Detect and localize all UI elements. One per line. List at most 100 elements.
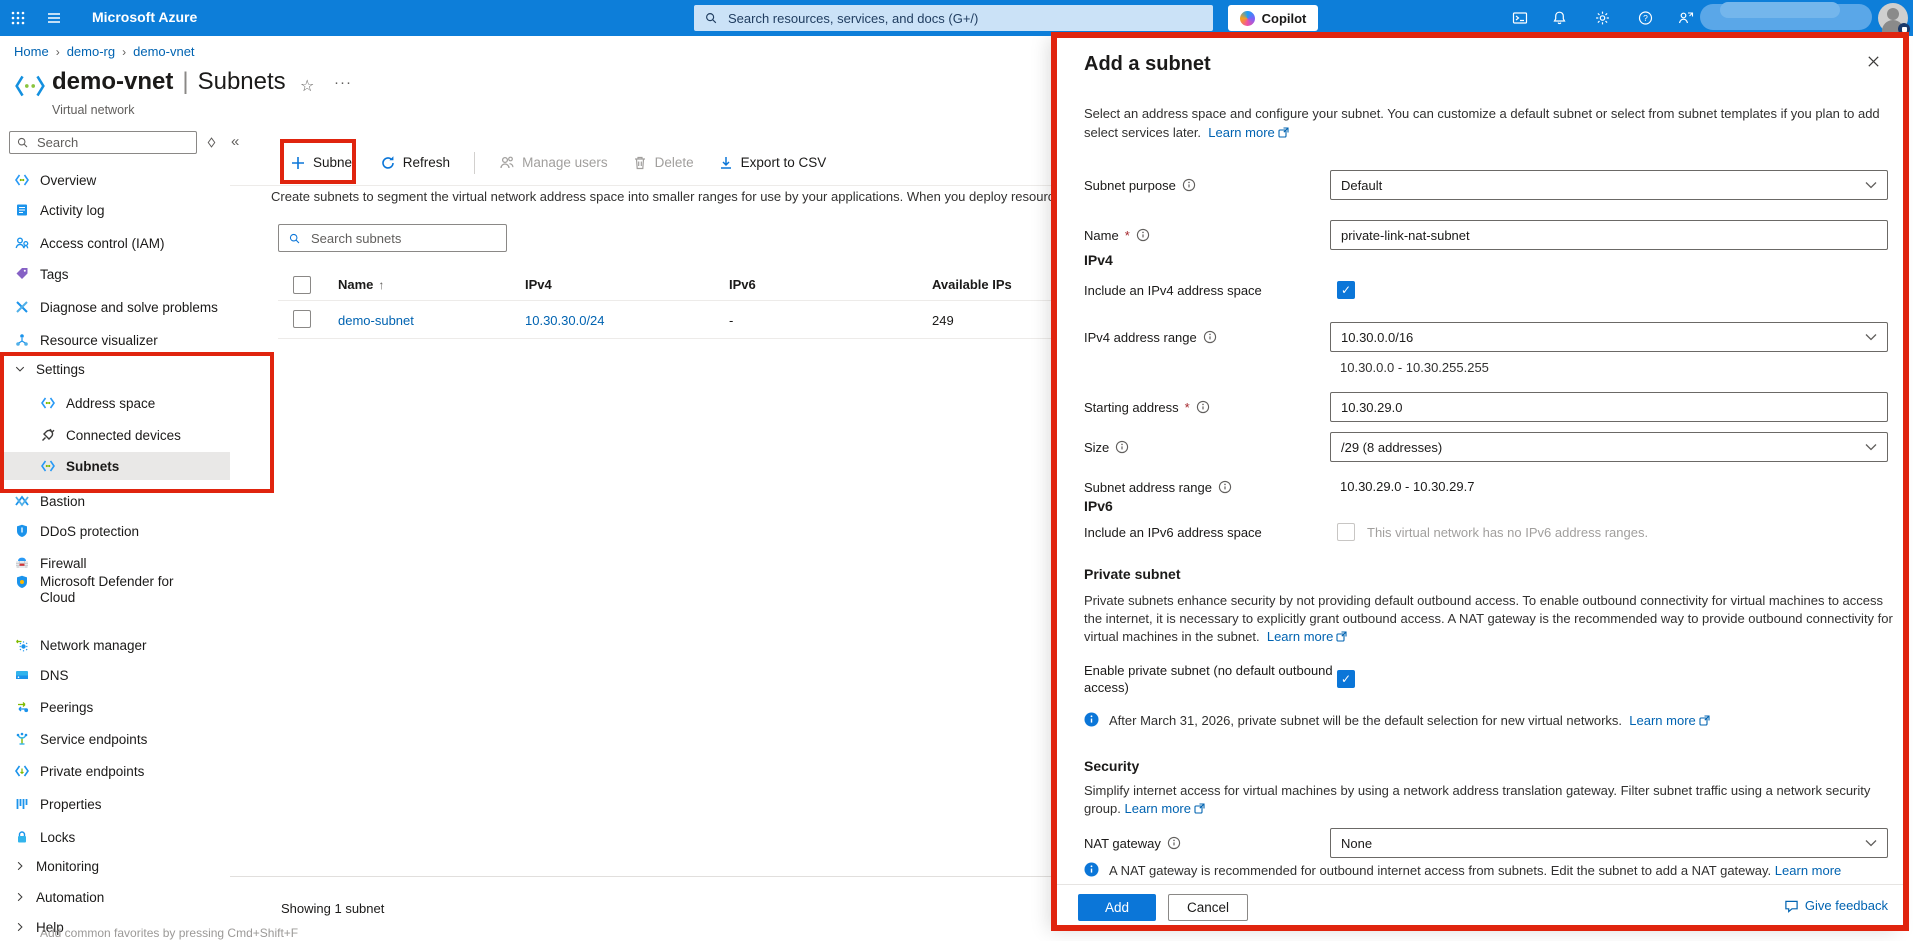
sidebar-item-locks[interactable]: Locks: [0, 823, 230, 851]
sidebar-item-service-endpoints[interactable]: Service endpoints: [0, 725, 230, 753]
name-input[interactable]: private-link-nat-subnet: [1330, 220, 1888, 250]
sidebar-item-address-space[interactable]: Address space: [0, 389, 230, 417]
sidebar-item-properties[interactable]: Properties: [0, 790, 230, 818]
private-subnet-note: After March 31, 2026, private subnet wil…: [1084, 712, 1710, 729]
chevron-right-icon: [14, 860, 26, 872]
info-icon[interactable]: [1136, 228, 1150, 242]
sidebar-item-overview[interactable]: Overview: [0, 166, 230, 194]
close-icon[interactable]: [1866, 54, 1881, 69]
more-options-icon[interactable]: ···: [334, 74, 352, 91]
table-divider: [278, 300, 1052, 301]
column-header-available-ips[interactable]: Available IPs: [932, 270, 1012, 300]
sidebar-item-label: Automation: [36, 890, 104, 905]
ipv4-range-helper: 10.30.0.0 - 10.30.255.255: [1340, 360, 1489, 375]
sidebar-item-label: Activity log: [40, 203, 105, 218]
address-space-icon: [40, 395, 56, 411]
subnet-button[interactable]: Subnet: [290, 155, 356, 171]
enable-private-checkbox[interactable]: [1337, 670, 1355, 688]
sidebar-item-monitoring[interactable]: Monitoring: [0, 852, 230, 880]
waffle-icon[interactable]: [10, 10, 26, 26]
sidebar-item-resource-visualizer[interactable]: Resource visualizer: [0, 326, 230, 354]
hamburger-menu-icon[interactable]: [46, 10, 62, 26]
export-to-csv-button[interactable]: Export to CSV: [718, 155, 827, 171]
sidebar-item-dns[interactable]: DNS: [0, 661, 230, 689]
learn-more-link[interactable]: Learn more: [1208, 125, 1288, 140]
settings-gear-icon[interactable]: [1594, 10, 1611, 26]
sidebar-item-connected-devices[interactable]: Connected devices: [0, 421, 230, 449]
favorite-star-icon[interactable]: ☆: [300, 76, 314, 96]
sidebar-item-bastion[interactable]: Bastion: [0, 487, 230, 515]
sidebar-item-label: Microsoft Defender for Cloud: [40, 574, 180, 606]
subnet-purpose-select[interactable]: Default: [1330, 170, 1888, 200]
sidebar-item-automation[interactable]: Automation: [0, 883, 230, 911]
nat-gateway-note: A NAT gateway is recommended for outboun…: [1084, 862, 1879, 882]
select-all-checkbox[interactable]: [293, 276, 311, 294]
subnet-search-input[interactable]: [309, 230, 497, 247]
learn-more-link[interactable]: Learn more: [1125, 801, 1205, 816]
tags-icon: [14, 266, 30, 282]
info-filled-icon: [1084, 712, 1099, 727]
sidebar-item-network-manager[interactable]: Network manager: [0, 631, 230, 659]
learn-more-link[interactable]: Learn more: [1629, 713, 1709, 728]
sidebar-item-subnets[interactable]: Subnets: [0, 452, 230, 480]
size-select[interactable]: /29 (8 addresses): [1330, 432, 1888, 462]
toolbar-item-label: Subnet: [313, 155, 356, 170]
nat-gateway-select[interactable]: None: [1330, 828, 1888, 858]
notifications-bell-icon[interactable]: [1551, 10, 1568, 26]
sidebar-item-tags[interactable]: Tags: [0, 260, 230, 288]
cancel-button[interactable]: Cancel: [1168, 894, 1248, 921]
export-csv-icon: [718, 155, 734, 171]
sidebar-item-diagnose-and-solve-problems[interactable]: Diagnose and solve problems: [0, 293, 230, 321]
include-ipv4-checkbox[interactable]: [1337, 281, 1355, 299]
column-header-ipv6[interactable]: IPv6: [729, 270, 756, 300]
subnet-search[interactable]: [278, 224, 507, 252]
sidebar-item-peerings[interactable]: Peerings: [0, 693, 230, 721]
sidebar-item-ddos-protection[interactable]: DDoS protection: [0, 517, 230, 545]
sidebar-item-access-control-iam[interactable]: Access control (IAM): [0, 229, 230, 257]
starting-address-input[interactable]: 10.30.29.0: [1330, 392, 1888, 422]
info-icon[interactable]: [1182, 178, 1196, 192]
account-avatar[interactable]: [1878, 3, 1908, 33]
copilot-button[interactable]: Copilot: [1228, 5, 1318, 31]
private-subnet-section-header: Private subnet: [1084, 566, 1180, 582]
ipv4-range-select[interactable]: 10.30.0.0/16: [1330, 322, 1888, 352]
subnet-ipv4-link[interactable]: 10.30.30.0/24: [525, 313, 605, 328]
sidebar-item-settings[interactable]: Settings: [0, 355, 230, 383]
subnet-name-link[interactable]: demo-subnet: [338, 313, 414, 328]
refresh-button[interactable]: Refresh: [380, 155, 450, 171]
learn-more-link[interactable]: Learn more: [1775, 863, 1841, 878]
row-checkbox[interactable]: [293, 310, 311, 328]
cloud-shell-icon[interactable]: [1511, 10, 1529, 26]
sidebar-item-private-endpoints[interactable]: Private endpoints: [0, 757, 230, 785]
panel-intro: Select an address space and configure yo…: [1084, 104, 1889, 142]
defender-icon: [14, 574, 30, 590]
info-icon[interactable]: [1196, 400, 1210, 414]
global-search[interactable]: [694, 5, 1213, 31]
column-header-ipv4[interactable]: IPv4: [525, 270, 552, 300]
info-icon[interactable]: [1167, 836, 1181, 850]
give-feedback-link[interactable]: Give feedback: [1784, 898, 1888, 913]
sidebar-item-label: Resource visualizer: [40, 333, 158, 348]
sidebar-item-label: Network manager: [40, 638, 147, 653]
learn-more-link[interactable]: Learn more: [1267, 629, 1347, 644]
chevron-down-icon: [1865, 839, 1877, 847]
sidebar-item-microsoft-defender-for-cloud[interactable]: Microsoft Defender for Cloud: [0, 571, 230, 615]
sidebar-item-activity-log[interactable]: Activity log: [0, 196, 230, 224]
delete-icon: [632, 155, 648, 171]
column-header-name[interactable]: Name↑: [338, 270, 384, 300]
info-icon[interactable]: [1115, 440, 1129, 454]
add-subnet-panel: Add a subnet Select an address space and…: [1057, 38, 1905, 930]
app-title[interactable]: Microsoft Azure: [92, 9, 197, 25]
locks-icon: [14, 829, 30, 845]
size-label: Size: [1084, 432, 1324, 462]
bastion-icon: [14, 493, 30, 509]
info-icon[interactable]: [1218, 480, 1232, 494]
include-ipv6-label: Include an IPv6 address space: [1084, 523, 1324, 541]
chevron-down-icon: [14, 363, 26, 375]
add-button[interactable]: Add: [1078, 894, 1156, 921]
global-search-input[interactable]: [726, 10, 1203, 27]
help-icon[interactable]: ?: [1637, 10, 1654, 26]
feedback-icon[interactable]: [1676, 10, 1695, 26]
collapse-menu-icon[interactable]: «: [231, 133, 239, 150]
info-icon[interactable]: [1203, 330, 1217, 344]
